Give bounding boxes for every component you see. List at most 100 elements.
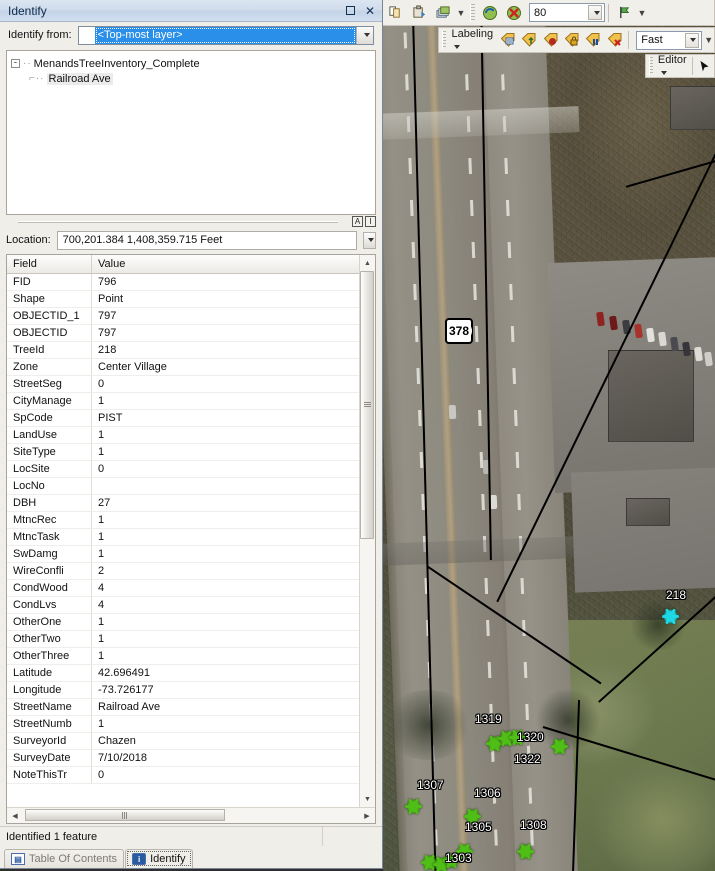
map-scale-combo[interactable]: 80 [529,3,605,22]
edit-cursor-icon[interactable] [696,55,713,77]
table-row[interactable]: OtherThree 1 [7,648,359,665]
cell-value: Railroad Ave [98,701,161,713]
toolbar-overflow-icon[interactable]: ▼ [636,3,648,23]
table-row[interactable]: SurveyDate 7/10/2018 [7,750,359,767]
table-row[interactable]: StreetName Railroad Ave [7,699,359,716]
table-row[interactable]: DBH 27 [7,495,359,512]
standard-toolbar[interactable]: ▼ 80 ▼ [383,0,715,26]
copy-features-icon[interactable] [384,2,406,24]
table-row[interactable]: SiteType 1 [7,444,359,461]
table-row[interactable]: WireConfli 2 [7,563,359,580]
vscroll-track[interactable] [360,271,375,791]
tab-identify[interactable]: i Identify [125,849,193,868]
expand-collapse-icon[interactable]: - [11,59,20,68]
chevron-down-icon[interactable] [588,5,602,20]
table-row[interactable]: SwDamg 1 [7,546,359,563]
maximize-icon[interactable] [340,2,360,20]
table-row[interactable]: StreetNumb 1 [7,716,359,733]
scroll-up-arrow-icon[interactable]: ▲ [360,255,375,271]
chevron-down-icon[interactable] [356,26,373,44]
label-quality-combo[interactable]: Fast [636,30,702,50]
label-manager-icon[interactable] [498,29,517,51]
tree-symbol[interactable] [405,798,422,815]
table-row[interactable]: Longitude -73.726177 [7,682,359,699]
table-row[interactable]: CityManage 1 [7,393,359,410]
table-row[interactable]: StreetSeg 0 [7,376,359,393]
identify-from-combo[interactable]: <Top-most layer> [77,25,374,45]
table-row[interactable]: SurveyorId Chazen [7,733,359,750]
toolbar-overflow-icon[interactable]: ▼ [455,3,467,23]
cell-value: PIST [98,412,123,424]
identify-results-tree[interactable]: - ·· MenandsTreeInventory_Complete ⌐·· R… [6,50,376,215]
table-row[interactable]: CondLvs 4 [7,597,359,614]
table-row[interactable]: Latitude 42.696491 [7,665,359,682]
toolbar-grip[interactable] [649,57,653,75]
column-header-field[interactable]: Field [7,255,92,273]
column-header-value[interactable]: Value [92,255,359,273]
toolbar-grip[interactable] [442,31,447,49]
table-row[interactable]: LocSite 0 [7,461,359,478]
attributes-table: Field Value FID 796 Shape Point OBJECTID_1 79… [6,254,376,824]
layers-icon[interactable] [432,2,454,24]
table-horizontal-scrollbar[interactable]: ◀ ▶ [7,807,375,823]
selected-tree-symbol[interactable] [662,608,679,625]
hscroll-thumb[interactable] [25,809,225,821]
table-row[interactable]: MtncRec 1 [7,512,359,529]
dropdown-icon[interactable] [363,231,376,249]
editor-toolbar[interactable]: Editor [645,54,715,78]
tree-child-node[interactable]: ⌐·· Railroad Ave [11,71,371,86]
labeling-toolbar[interactable]: Labeling Fast ▼ [438,27,715,53]
table-row[interactable]: NoteThisTr 0 [7,767,359,784]
table-row[interactable]: OBJECTID_1 797 [7,308,359,325]
table-row[interactable]: OtherTwo 1 [7,631,359,648]
pause-labeling-icon[interactable] [584,29,603,51]
labeling-menu[interactable]: Labeling [449,28,497,52]
table-row[interactable]: CondWood 4 [7,580,359,597]
refresh-view-icon[interactable] [479,2,501,24]
splitter-button-a[interactable]: A [352,216,363,227]
table-row[interactable]: Shape Point [7,291,359,308]
close-icon[interactable]: ✕ [360,2,380,20]
table-row[interactable]: TreeId 218 [7,342,359,359]
map-view[interactable]: 378 218 1319 1320 1322 1307 1306 1305 1308 1303 [383,0,715,871]
pause-drawing-icon[interactable] [503,2,525,24]
tab-table-of-contents[interactable]: ▤ Table Of Contents [4,849,125,868]
hscroll-track[interactable] [23,808,359,823]
table-row[interactable]: LocNo [7,478,359,495]
chevron-down-icon[interactable] [684,32,699,48]
cell-value: 1 [98,531,105,543]
toolbar-overflow-icon[interactable]: ▼ [704,30,714,50]
table-row[interactable]: LandUse 1 [7,427,359,444]
table-row[interactable]: OBJECTID 797 [7,325,359,342]
tree-symbol[interactable] [517,843,534,860]
table-vertical-scrollbar[interactable]: ▲ ▼ [359,255,375,807]
scroll-left-arrow-icon[interactable]: ◀ [7,808,23,823]
labeling-menu-label: Labeling [451,28,494,40]
delete-labels-icon[interactable] [605,29,624,51]
location-value[interactable]: 700,201.384 1,408,359.715 Feet [56,230,357,250]
editor-menu[interactable]: Editor [656,54,689,78]
tree-symbol[interactable] [551,738,568,755]
paste-features-icon[interactable] [408,2,430,24]
building-footprint [670,86,715,130]
table-row[interactable]: FID 796 [7,274,359,291]
table-row[interactable]: OtherOne 1 [7,614,359,631]
tree-root-node[interactable]: - ·· MenandsTreeInventory_Complete [11,56,371,71]
cell-value: 1 [98,718,105,730]
table-row[interactable]: SpCode PIST [7,410,359,427]
scroll-down-arrow-icon[interactable]: ▼ [360,791,375,807]
splitter-button-b[interactable]: I [365,216,376,227]
results-splitter[interactable]: A I [6,215,376,228]
table-row[interactable]: MtncTask 1 [7,529,359,546]
layer-swatch [78,26,95,44]
table-row[interactable]: Zone Center Village [7,359,359,376]
label-weight-icon[interactable] [541,29,560,51]
panel-tabstrip[interactable]: ▤ Table Of Contents i Identify [0,846,382,868]
scroll-right-arrow-icon[interactable]: ▶ [359,808,375,823]
identify-titlebar[interactable]: Identify ✕ [0,0,382,22]
toolbar-grip[interactable] [470,3,475,22]
label-priority-icon[interactable] [520,29,539,51]
flag-icon[interactable] [613,2,635,24]
lock-labels-icon[interactable] [562,29,581,51]
vscroll-thumb[interactable] [360,271,374,539]
